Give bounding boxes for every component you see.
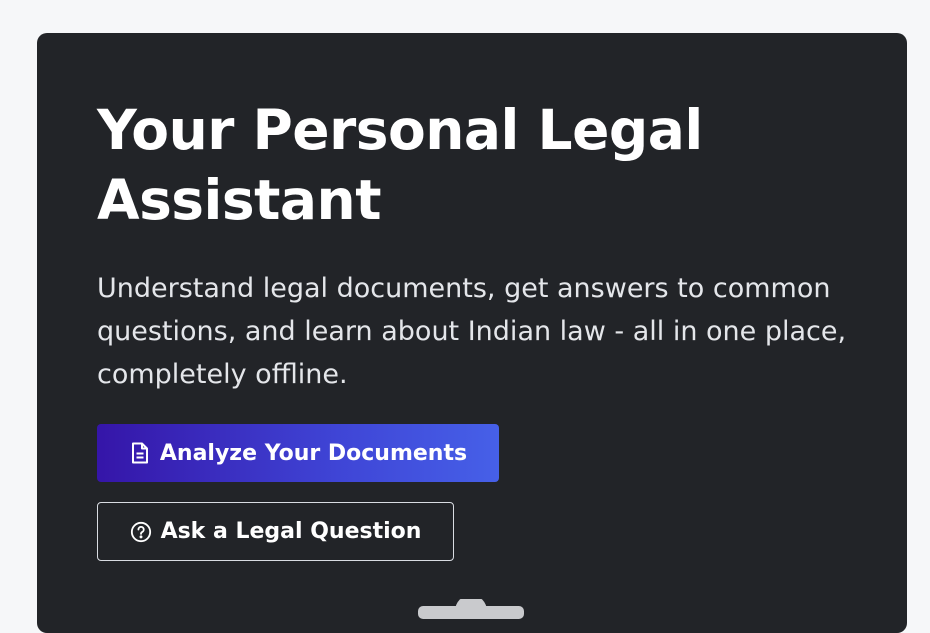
question-circle-icon — [130, 520, 152, 544]
analyze-documents-label: Analyze Your Documents — [159, 440, 468, 466]
hero-title: Your Personal Legal Assistant — [97, 98, 703, 232]
hero-card: Your Personal Legal Assistant Understand… — [37, 33, 907, 633]
hero-subtitle: Understand legal documents, get answers … — [97, 273, 847, 390]
analyze-documents-button[interactable]: Analyze Your Documents — [97, 424, 499, 482]
scales-illustration — [418, 599, 524, 619]
ask-legal-question-label: Ask a Legal Question — [160, 519, 422, 544]
ask-legal-question-button[interactable]: Ask a Legal Question — [97, 502, 454, 561]
document-icon — [129, 441, 151, 465]
